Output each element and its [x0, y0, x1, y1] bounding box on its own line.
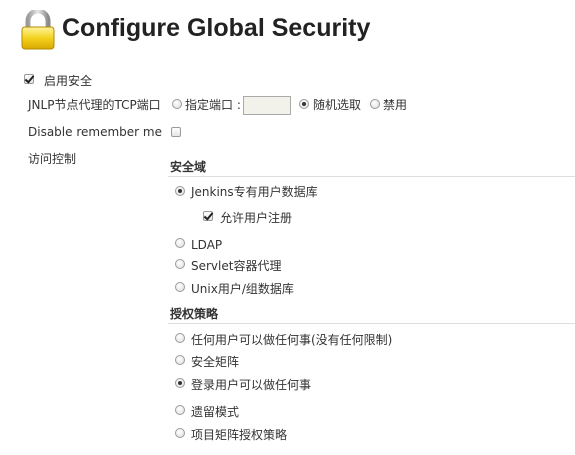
- access-control-label: 访问控制: [28, 152, 77, 166]
- authz-matrix-label: 安全矩阵: [191, 355, 240, 369]
- realm-jenkins-db-label: Jenkins专有用户数据库: [191, 185, 318, 199]
- disable-remember-me-checkbox[interactable]: [171, 127, 181, 137]
- authz-legacy-radio[interactable]: [175, 405, 185, 415]
- allow-signup-checkbox[interactable]: [203, 211, 213, 221]
- realm-jenkins-db-radio[interactable]: [175, 186, 185, 196]
- jnlp-random-radio[interactable]: [299, 99, 309, 109]
- jnlp-disable-label: 禁用: [383, 98, 408, 112]
- authz-logged-in-radio[interactable]: [175, 378, 185, 388]
- disable-remember-me-label: Disable remember me: [28, 125, 162, 139]
- realm-servlet-label: Servlet容器代理: [191, 259, 282, 273]
- realm-ldap-label: LDAP: [191, 238, 223, 252]
- realm-servlet-radio[interactable]: [175, 259, 185, 269]
- authorization-heading: 授权策略: [170, 307, 219, 321]
- authz-anyone-label: 任何用户可以做任何事(没有任何限制): [191, 333, 393, 347]
- security-realm-divider: [168, 176, 575, 177]
- realm-ldap-radio[interactable]: [175, 238, 185, 248]
- jnlp-fixed-port-label: 指定端口 :: [185, 98, 241, 112]
- lock-icon: [21, 10, 55, 50]
- authz-anyone-radio[interactable]: [175, 333, 185, 343]
- authz-project-matrix-label: 项目矩阵授权策略: [191, 428, 288, 442]
- jnlp-random-label: 随机选取: [313, 98, 362, 112]
- page-title: Configure Global Security: [62, 14, 371, 42]
- allow-signup-label: 允许用户注册: [220, 211, 293, 225]
- authz-project-matrix-radio[interactable]: [175, 428, 185, 438]
- authorization-divider: [168, 323, 575, 324]
- enable-security-checkbox[interactable]: [24, 74, 34, 84]
- jnlp-fixed-port-radio[interactable]: [172, 99, 182, 109]
- jnlp-disable-radio[interactable]: [370, 99, 380, 109]
- jnlp-port-input[interactable]: [243, 96, 291, 115]
- realm-unix-label: Unix用户/组数据库: [191, 282, 294, 296]
- jnlp-port-label: JNLP节点代理的TCP端口: [28, 98, 161, 112]
- enable-security-label: 启用安全: [44, 74, 93, 88]
- realm-unix-radio[interactable]: [175, 282, 185, 292]
- authz-matrix-radio[interactable]: [175, 355, 185, 365]
- authz-legacy-label: 遗留模式: [191, 405, 240, 419]
- security-realm-heading: 安全域: [170, 160, 207, 174]
- authz-logged-in-label: 登录用户可以做任何事: [191, 378, 312, 392]
